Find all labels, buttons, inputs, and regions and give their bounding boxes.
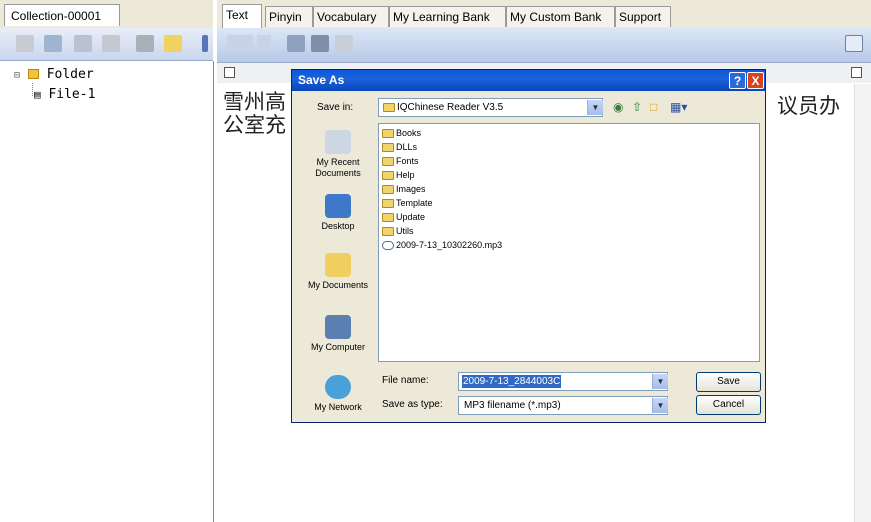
print-icon[interactable]: [311, 35, 329, 52]
file-name: Template: [396, 198, 433, 208]
recent-documents-icon: [325, 130, 351, 154]
cancel-button[interactable]: Cancel: [696, 395, 761, 415]
document-text-line: 公室充: [223, 113, 286, 137]
tab-pinyin[interactable]: Pinyin: [265, 6, 313, 27]
save-in-dropdown[interactable]: IQChinese Reader V3.5 ▼: [378, 98, 603, 117]
right-toolbar: [217, 28, 871, 63]
edit-icon[interactable]: [44, 35, 62, 52]
place-label: My Network: [314, 402, 362, 412]
places-bar: My Recent Documents Desktop My Documents…: [302, 122, 374, 416]
place-my-network[interactable]: My Network: [302, 375, 374, 413]
save-in-label: Save in:: [317, 102, 354, 113]
chevron-down-icon[interactable]: ▼: [652, 374, 668, 389]
dialog-title-bar[interactable]: Save As ? X: [292, 70, 765, 91]
file-name: Books: [396, 128, 422, 138]
collapse-icon[interactable]: [224, 67, 235, 78]
file-name: 2009-7-13_10302260.mp3: [396, 240, 503, 250]
refresh-icon[interactable]: [102, 35, 120, 52]
dialog-title: Save As: [298, 73, 345, 87]
view-menu-icon[interactable]: ▦▾: [670, 100, 687, 114]
clear-icon[interactable]: [335, 35, 353, 52]
properties-icon[interactable]: [74, 35, 92, 52]
back-icon[interactable]: ◉: [613, 100, 623, 114]
tree-item-folder[interactable]: ⊟ Folder: [14, 67, 94, 84]
folder-icon: [382, 227, 394, 236]
tab-support[interactable]: Support: [615, 6, 671, 27]
expand-icon[interactable]: [851, 67, 862, 78]
place-label: My Recent Documents: [315, 157, 361, 178]
help-button[interactable]: ?: [729, 72, 746, 89]
file-name: Fonts: [396, 156, 419, 166]
save-as-type-value: MP3 filename (*.mp3): [464, 400, 561, 411]
my-documents-icon: [325, 253, 351, 277]
file-list[interactable]: Books DLLs Fonts Help Images Template Up…: [378, 123, 760, 362]
place-my-documents[interactable]: My Documents: [302, 253, 374, 291]
close-button[interactable]: X: [747, 72, 764, 89]
tab-vocabulary[interactable]: Vocabulary: [313, 6, 389, 27]
folder-icon: [382, 199, 394, 208]
save-as-dialog: Save As ? X Save in: IQChinese Reader V3…: [291, 69, 766, 423]
place-desktop[interactable]: Desktop: [302, 194, 374, 232]
tree-item-label: Folder: [46, 67, 94, 82]
tab-collection[interactable]: Collection-00001: [4, 4, 120, 26]
file-name: Update: [396, 212, 426, 222]
place-label: My Documents: [307, 280, 369, 290]
tree-item-label: File-1: [48, 87, 96, 102]
tab-text[interactable]: Text: [222, 4, 262, 28]
desktop-icon: [325, 194, 351, 218]
new-document-icon[interactable]: [16, 35, 34, 52]
place-my-recent-documents[interactable]: My Recent Documents: [302, 130, 374, 179]
save-icon[interactable]: [287, 35, 305, 52]
left-toolbar: [0, 28, 213, 61]
add-file-icon[interactable]: [136, 35, 154, 52]
my-network-icon: [325, 375, 351, 399]
file-name: Utils: [396, 226, 414, 236]
file-name: Images: [396, 184, 426, 194]
file-name: Help: [396, 170, 415, 180]
file-name-value: 2009-7-13_2844003C: [462, 375, 562, 388]
folder-icon: [382, 157, 394, 166]
file-name-field[interactable]: 2009-7-13_2844003C ▼: [458, 372, 668, 391]
new-folder-icon[interactable]: [164, 35, 182, 52]
folder-icon: [382, 143, 394, 152]
new-folder-icon[interactable]: □: [650, 100, 657, 114]
place-label: Desktop: [321, 221, 355, 231]
document-text-line: 雪州高: [223, 90, 286, 114]
chevron-down-icon[interactable]: ▼: [587, 100, 603, 115]
place-my-computer[interactable]: My Computer: [302, 315, 374, 353]
my-computer-icon: [325, 315, 351, 339]
folder-icon: [382, 129, 394, 138]
save-in-value: IQChinese Reader V3.5: [397, 102, 504, 113]
tree-item-file[interactable]: ▤ File-1: [34, 87, 95, 103]
place-label: My Computer: [310, 342, 365, 352]
expand-icon[interactable]: [845, 35, 863, 52]
tab-my-learning-bank[interactable]: My Learning Bank: [389, 6, 506, 27]
stop-icon[interactable]: [257, 35, 271, 52]
file-name: DLLs: [396, 142, 418, 152]
chevron-down-icon[interactable]: ▼: [652, 398, 668, 413]
up-folder-icon[interactable]: ⇧: [632, 100, 642, 114]
save-as-type-label: Save as type:: [382, 399, 443, 410]
collapse-icon[interactable]: ⊟: [14, 70, 20, 81]
left-tab-strip: Collection-00001: [0, 0, 213, 29]
play-icon[interactable]: [227, 35, 253, 52]
save-button[interactable]: Save: [696, 372, 761, 392]
vertical-scrollbar[interactable]: [854, 84, 871, 522]
collection-tree: ⊟ Folder ▤ File-1: [0, 61, 214, 522]
folder-icon: [27, 69, 39, 79]
toolbar-grip-icon: [202, 35, 208, 52]
folder-icon: [382, 171, 394, 180]
tab-my-custom-bank[interactable]: My Custom Bank: [506, 6, 615, 27]
audio-file-icon: [382, 241, 394, 250]
folder-icon: [382, 213, 394, 222]
document-icon: ▤: [34, 88, 41, 101]
folder-icon: [383, 103, 395, 112]
save-as-type-dropdown[interactable]: MP3 filename (*.mp3) ▼: [458, 396, 668, 415]
folder-icon: [382, 185, 394, 194]
file-name-label: File name:: [382, 375, 429, 386]
right-tab-strip: Text Pinyin Vocabulary My Learning Bank …: [217, 0, 871, 29]
document-text-line: 议员办: [777, 94, 840, 118]
